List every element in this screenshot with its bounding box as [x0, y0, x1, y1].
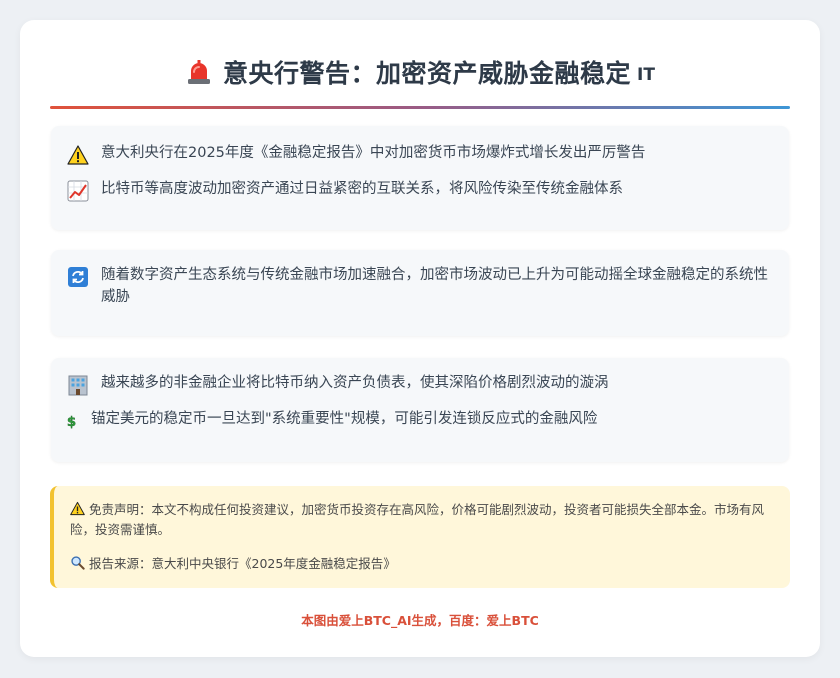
title-divider: [50, 106, 790, 109]
magnifier-icon: [71, 556, 85, 570]
page-title: 意央行警告：加密资产威胁金融稳定: [223, 59, 632, 88]
list-item: 越来越多的非金融企业将比特币纳入资产负债表，使其深陷价格剧烈波动的漩涡: [67, 372, 775, 396]
dollar-sign-icon: $: [67, 415, 76, 430]
list-item: 比特币等高度波动加密资产通过日益紧密的互联关系，将风险传染至传统金融体系: [67, 178, 775, 202]
item-text: 锚定美元的稳定币一旦达到"系统重要性"规模，可能引发连锁反应式的金融风险: [91, 411, 598, 427]
list-item: $ 锚定美元的稳定币一旦达到"系统重要性"规模，可能引发连锁反应式的金融风险: [67, 408, 775, 432]
siren-icon: [188, 60, 211, 84]
info-section-1: 意大利央行在2025年度《金融稳定报告》中对加密货币市场爆炸式增长发出严厉警告 …: [51, 126, 789, 230]
item-text: 随着数字资产生态系统与传统金融市场加速融合，加密市场波动已上升为可能动摇全球金融…: [101, 267, 768, 305]
warning-icon: [70, 501, 85, 516]
source-text: 报告来源：意大利中央银行《2025年度金融稳定报告》: [89, 556, 396, 571]
svg-text:$: $: [67, 415, 76, 430]
source-line: 报告来源：意大利中央银行《2025年度金融稳定报告》: [70, 554, 772, 574]
disclaimer-text: 免责声明：本文不构成任何投资建议，加密货币投资存在高风险，价格可能剧烈波动，投资…: [70, 502, 765, 537]
title-suffix: IT: [637, 65, 655, 85]
item-text: 越来越多的非金融企业将比特币纳入资产负债表，使其深陷价格剧烈波动的漩涡: [101, 375, 609, 391]
list-item: 意大利央行在2025年度《金融稳定报告》中对加密货币市场爆炸式增长发出严厉警告: [67, 142, 775, 166]
info-section-2: 随着数字资产生态系统与传统金融市场加速融合，加密市场波动已上升为可能动摇全球金融…: [51, 250, 789, 336]
item-text: 比特币等高度波动加密资产通过日益紧密的互联关系，将风险传染至传统金融体系: [101, 181, 623, 197]
info-section-3: 越来越多的非金融企业将比特币纳入资产负债表，使其深陷价格剧烈波动的漩涡 $ 锚定…: [51, 358, 789, 462]
header: 意央行警告：加密资产威胁金融稳定 IT: [50, 52, 790, 92]
report-card: 意央行警告：加密资产威胁金融稳定 IT 意大利央行在2025年度《金融稳定报告》…: [20, 20, 820, 657]
disclaimer-box: 免责声明：本文不构成任何投资建议，加密货币投资存在高风险，价格可能剧烈波动，投资…: [50, 486, 790, 588]
footer-credit: 本图由爱上BTC_AI生成，百度：爱上BTC: [301, 613, 539, 628]
cycle-arrows-icon: [68, 267, 88, 287]
item-text: 意大利央行在2025年度《金融稳定报告》中对加密货币市场爆炸式增长发出严厉警告: [101, 145, 646, 161]
office-building-icon: [68, 375, 88, 396]
chart-increasing-icon: [67, 180, 89, 202]
disclaimer-line: 免责声明：本文不构成任何投资建议，加密货币投资存在高风险，价格可能剧烈波动，投资…: [70, 500, 772, 540]
warning-icon: [67, 145, 89, 165]
list-item: 随着数字资产生态系统与传统金融市场加速融合，加密市场波动已上升为可能动摇全球金融…: [67, 264, 775, 308]
